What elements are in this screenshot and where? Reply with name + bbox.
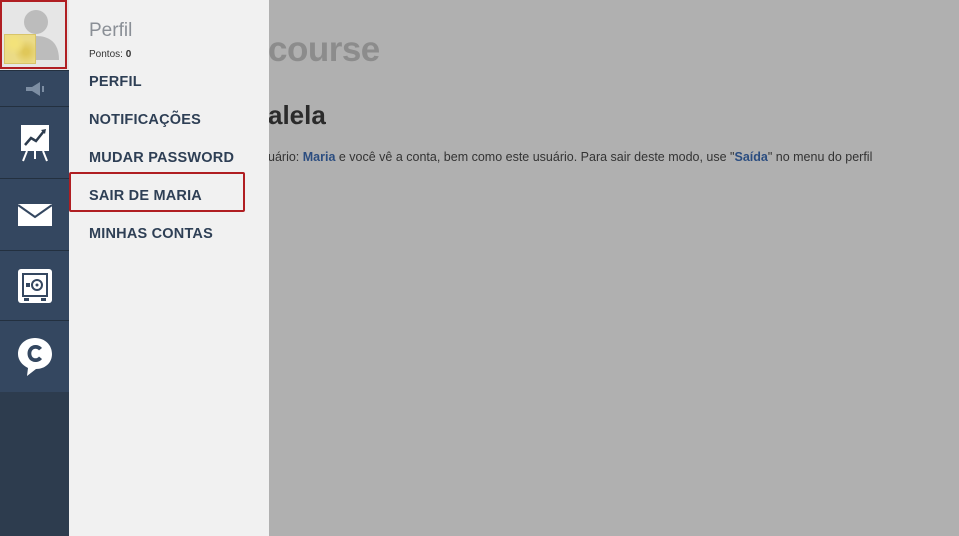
- menu-item-my-accounts[interactable]: MINHAS CONTAS: [89, 226, 213, 242]
- impersonated-user-link[interactable]: Maria: [303, 150, 336, 164]
- menu-item-profile[interactable]: PERFIL: [89, 74, 142, 90]
- safe-icon: [17, 268, 52, 303]
- notice-prefix: uário:: [268, 150, 303, 164]
- profile-menu-panel: Perfil Pontos: 0 PERFIL NOTIFICAÇÕES MUD…: [69, 0, 269, 536]
- chart-easel-icon: [20, 124, 49, 161]
- section-heading: alela: [268, 100, 326, 130]
- sidebar-rail: [0, 0, 69, 536]
- rail-item-messages[interactable]: [0, 178, 69, 250]
- points-value: 0: [125, 49, 132, 60]
- avatar-highlight: [0, 0, 67, 69]
- mail-icon: [16, 203, 53, 226]
- rail-item-chat[interactable]: [0, 320, 69, 392]
- menu-item-notifications[interactable]: NOTIFICAÇÕES: [89, 112, 201, 128]
- menu-item-change-password[interactable]: MUDAR PASSWORD: [89, 150, 234, 166]
- profile-menu-title: Perfil: [89, 20, 133, 41]
- impersonation-notice: uário: Maria e você vê a conta, bem como…: [268, 150, 872, 164]
- notice-suffix: " no menu do perfil: [767, 150, 873, 164]
- exit-item-highlight: [69, 172, 245, 212]
- notice-middle: e você vê a conta, bem como este usuário…: [335, 150, 735, 164]
- points-label: Pontos:: [89, 49, 123, 60]
- course-title: course: [268, 30, 380, 69]
- exit-word: Saída: [734, 150, 768, 164]
- points-display: Pontos: 0: [89, 49, 131, 60]
- rail-item-announcements[interactable]: [0, 70, 69, 106]
- chat-c-icon: [17, 337, 52, 376]
- avatar[interactable]: [0, 0, 69, 70]
- megaphone-icon: [25, 81, 44, 96]
- rail-item-reports[interactable]: [0, 106, 69, 178]
- rail-item-vault[interactable]: [0, 250, 69, 320]
